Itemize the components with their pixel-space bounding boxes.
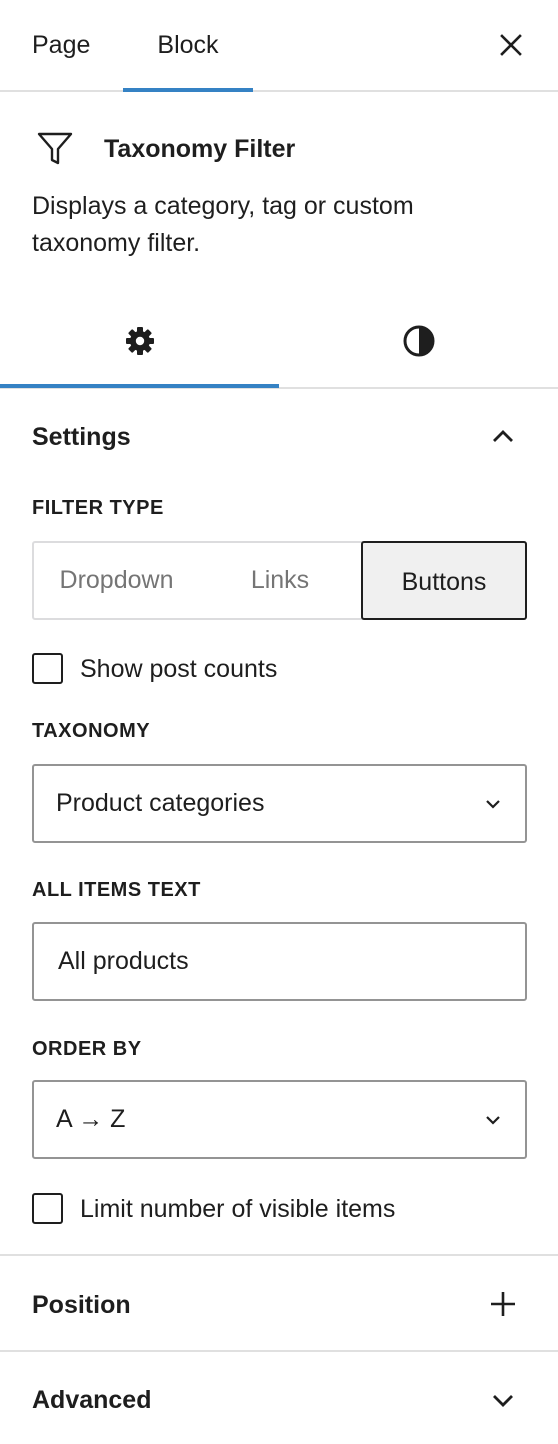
position-panel-title: Position (32, 1291, 131, 1319)
chevron-down-icon (488, 1385, 518, 1415)
filter-type-links-option[interactable]: Links (199, 543, 361, 618)
plus-icon (488, 1289, 518, 1319)
tab-styles[interactable] (279, 298, 558, 387)
active-subtab-indicator (0, 384, 279, 388)
taxonomy-select[interactable]: Product categories (32, 764, 527, 843)
order-by-label: ORDER BY (32, 1038, 142, 1060)
all-items-text-label: ALL ITEMS TEXT (32, 879, 201, 901)
order-by-select-value: A → Z (56, 1105, 126, 1133)
settings-panel-header[interactable]: Settings (0, 406, 558, 466)
close-icon (500, 34, 522, 56)
taxonomy-select-value: Product categories (56, 789, 265, 817)
filter-type-dropdown-option[interactable]: Dropdown (34, 543, 199, 618)
order-by-select[interactable]: A → Z (32, 1080, 527, 1159)
block-title: Taxonomy Filter (104, 135, 296, 163)
show-post-counts-label[interactable]: Show post counts (80, 653, 277, 685)
sidebar-tabs: Page Block (0, 0, 558, 92)
taxonomy-label: TAXONOMY (32, 720, 151, 742)
chevron-up-icon (488, 422, 518, 452)
show-post-counts-checkbox[interactable] (32, 653, 63, 684)
filter-type-toggle-group: Dropdown Links Buttons (32, 541, 527, 620)
block-description: Displays a category, tag or custom taxon… (32, 192, 414, 257)
limit-visible-items-label[interactable]: Limit number of visible items (80, 1193, 395, 1225)
close-button[interactable] (494, 28, 528, 62)
inspector-tabs (0, 298, 558, 389)
advanced-panel-title: Advanced (32, 1386, 152, 1414)
chevron-down-icon (482, 793, 504, 815)
settings-panel-title: Settings (32, 423, 131, 451)
tab-block[interactable]: Block (123, 0, 253, 92)
gear-icon (126, 327, 154, 355)
chevron-down-icon (482, 1109, 504, 1131)
filter-type-buttons-option[interactable]: Buttons (361, 541, 527, 620)
funnel-icon (36, 130, 74, 168)
all-items-text-input[interactable] (32, 922, 527, 1001)
position-panel-header[interactable]: Position (0, 1256, 558, 1319)
advanced-panel-header[interactable]: Advanced (0, 1352, 558, 1415)
limit-visible-items-checkbox[interactable] (32, 1193, 63, 1224)
active-tab-indicator (123, 88, 253, 92)
filter-type-label: FILTER TYPE (32, 497, 164, 519)
contrast-icon (403, 325, 435, 357)
tab-settings[interactable] (0, 298, 279, 387)
tab-page[interactable]: Page (32, 0, 90, 92)
